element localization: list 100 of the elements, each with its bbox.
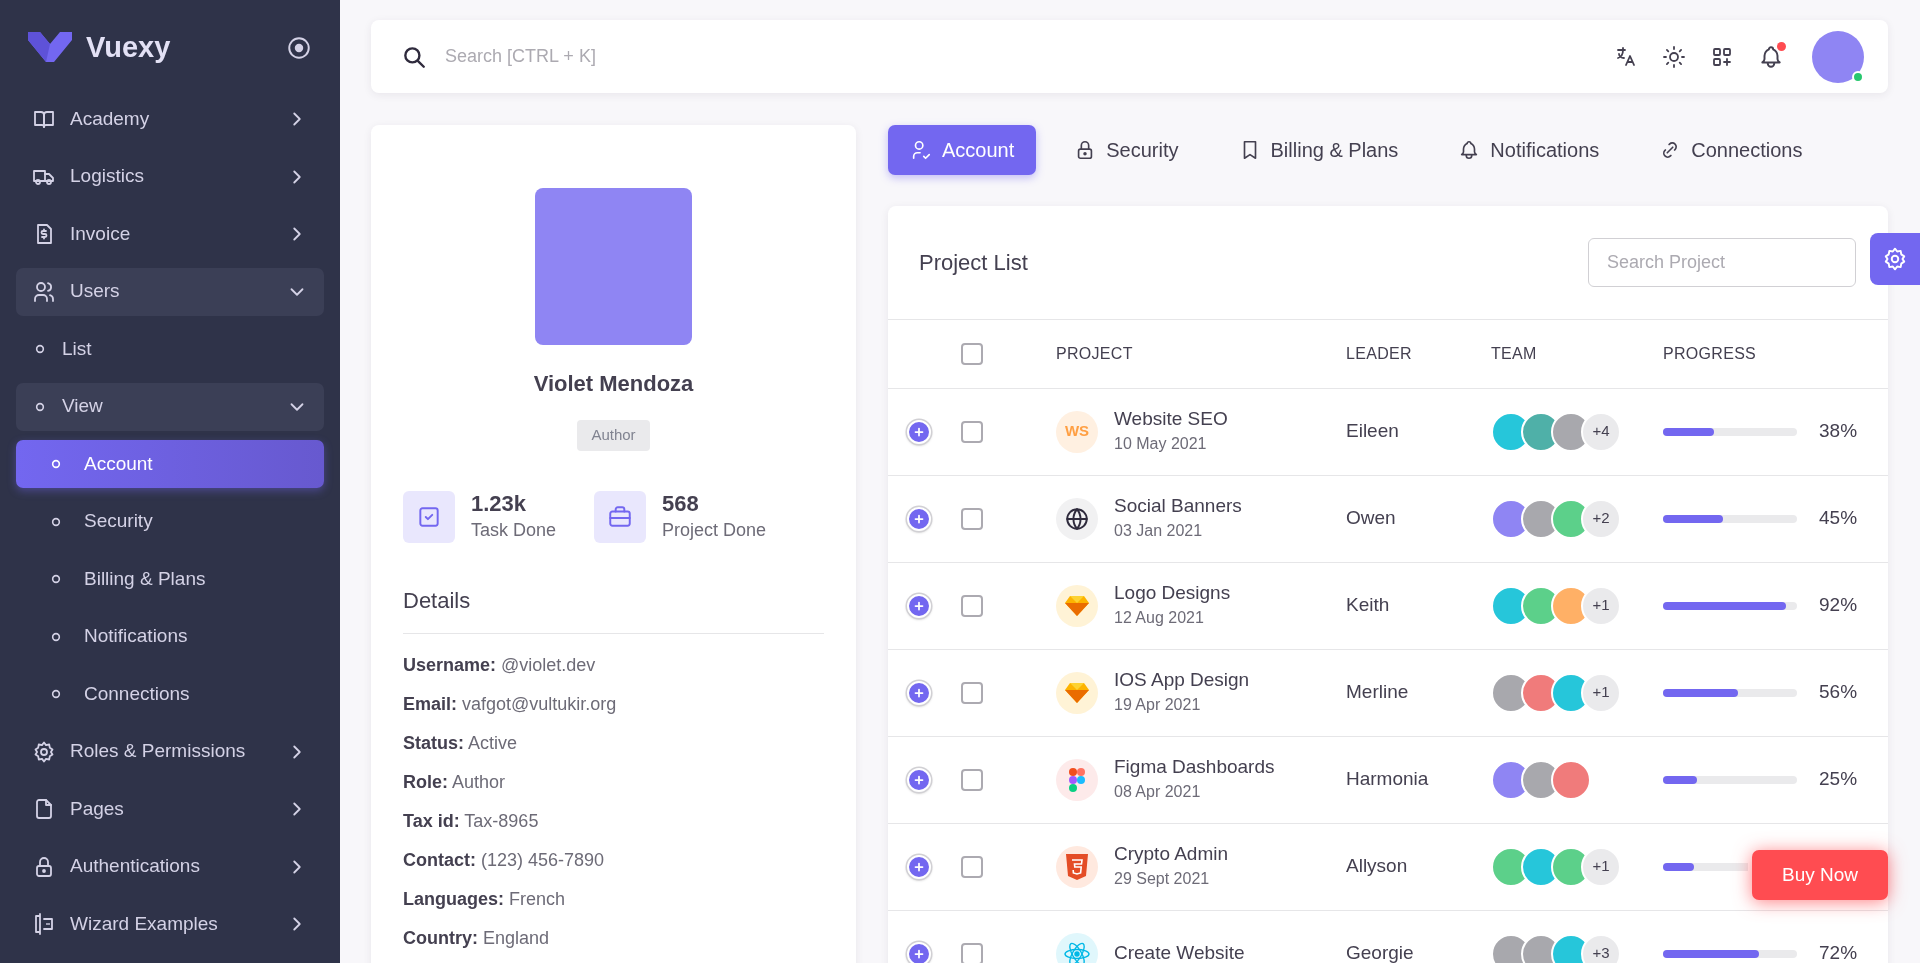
expand-row-icon[interactable] — [907, 506, 931, 531]
sidebar-item[interactable]: View — [16, 382, 324, 431]
stat-value: 568 — [662, 490, 700, 517]
progress-percent: 56% — [1819, 680, 1858, 705]
leader-name: Eileen — [1346, 420, 1399, 442]
leader-name: Keith — [1346, 594, 1390, 616]
sidebar-item[interactable]: Billing & Plans — [16, 555, 324, 603]
tab[interactable]: Security — [1052, 125, 1201, 175]
leader-name: Georgie — [1346, 942, 1414, 963]
project-name: Figma Dashboards — [1114, 755, 1275, 780]
tab[interactable]: Account — [888, 125, 1037, 175]
stat-label: Task Done — [471, 518, 557, 542]
expand-row-icon[interactable] — [907, 941, 931, 963]
users-icon — [32, 279, 56, 304]
user-name: Violet Mendoza — [532, 370, 695, 398]
column-header: PROJECT — [1056, 344, 1133, 362]
role-badge: Author — [577, 420, 650, 451]
more-members-count: +4 — [1581, 411, 1621, 452]
sidebar-item[interactable]: Account — [16, 440, 324, 488]
more-members-count: +1 — [1581, 672, 1621, 713]
diamond-icon — [1064, 593, 1090, 618]
search-field[interactable]: Search Project — [1588, 238, 1856, 287]
sidebar-item[interactable]: Roles & Permissions — [16, 727, 324, 776]
sidebar-item[interactable]: Authentications — [16, 842, 324, 891]
project-name: Social Banners — [1114, 494, 1242, 519]
tab[interactable]: Billing & Plans — [1216, 125, 1421, 175]
project-date: 08 Apr 2021 — [1114, 781, 1202, 802]
row-checkbox[interactable] — [961, 507, 983, 530]
brand-name: Vuexy — [86, 29, 171, 65]
detail-line: Languages: French — [403, 888, 566, 909]
sidebar-item[interactable]: Invoice — [16, 210, 324, 258]
row-checkbox[interactable] — [961, 768, 983, 791]
user-avatar[interactable] — [1812, 30, 1864, 83]
expand-row-icon[interactable] — [907, 419, 931, 444]
tab[interactable]: Connections — [1637, 125, 1825, 175]
row-checkbox[interactable] — [961, 942, 983, 963]
sidebar-item[interactable]: Pages — [16, 785, 324, 833]
stat-value: 1.23k — [471, 490, 528, 517]
customizer-button[interactable] — [1870, 233, 1920, 285]
select-all-checkbox[interactable] — [961, 342, 983, 365]
settings-icon — [32, 739, 56, 764]
figma-icon — [1069, 767, 1085, 792]
project-date: 19 Apr 2021 — [1114, 694, 1202, 715]
sidebar-item[interactable]: Users — [16, 267, 324, 316]
progress-percent: 45% — [1819, 506, 1858, 531]
leader-name: Merline — [1346, 681, 1409, 703]
project-name: Website SEO — [1114, 407, 1228, 432]
card-title: Project List — [919, 249, 1028, 277]
detail-line: Country: England — [403, 927, 550, 948]
column-header: LEADER — [1346, 344, 1412, 362]
row-checkbox[interactable] — [961, 681, 983, 704]
progress-percent: 72% — [1819, 941, 1858, 963]
expand-row-icon[interactable] — [907, 680, 931, 705]
sidebar-item[interactable]: Wizard Examples — [16, 900, 324, 948]
sidebar-item[interactable]: List — [16, 325, 324, 373]
project-date: 10 May 2021 — [1114, 433, 1208, 454]
sidebar-item[interactable]: Notifications — [16, 612, 324, 661]
column-header: PROGRESS — [1663, 344, 1757, 362]
project-date: 03 Jan 2021 — [1114, 520, 1204, 541]
project-name: Crypto Admin — [1114, 842, 1229, 867]
target-icon — [286, 34, 312, 61]
row-checkbox[interactable] — [961, 594, 983, 617]
row-checkbox[interactable] — [961, 420, 983, 443]
sun-icon[interactable] — [1662, 44, 1686, 69]
leader-name: Owen — [1346, 507, 1396, 529]
details-title: Details — [403, 583, 824, 634]
detail-line: Contact: (123) 456-7890 — [403, 849, 605, 870]
progress-percent: 38% — [1819, 419, 1858, 444]
user-check-icon — [910, 139, 932, 161]
project-date: 12 Aug 2021 — [1114, 607, 1205, 628]
diamond-icon — [1064, 680, 1090, 705]
column-header: TEAM — [1491, 344, 1537, 362]
detail-line: Username: @violet.dev — [403, 654, 596, 675]
globe-icon — [1064, 505, 1090, 532]
detail-line: Status: Active — [403, 732, 518, 753]
sidebar-item[interactable]: Academy — [16, 95, 324, 143]
tab[interactable]: Notifications — [1436, 125, 1622, 175]
sidebar-item[interactable]: Security — [16, 497, 324, 546]
logo-icon — [28, 31, 72, 64]
project-name: IOS App Design — [1114, 668, 1250, 693]
more-members-count: +2 — [1581, 498, 1621, 539]
more-members-count: +3 — [1581, 933, 1621, 963]
leader-name: Allyson — [1346, 855, 1408, 877]
shield-icon — [1066, 853, 1088, 880]
progress-percent: 25% — [1819, 767, 1858, 792]
more-members-count: +1 — [1581, 585, 1621, 626]
translate-icon[interactable] — [1614, 44, 1638, 69]
expand-row-icon[interactable] — [907, 854, 931, 879]
sidebar-item[interactable]: Connections — [16, 670, 324, 718]
more-members-count: +1 — [1581, 846, 1621, 887]
bell-icon — [1758, 43, 1784, 70]
progress-percent: 92% — [1819, 593, 1858, 618]
project-initials: WS — [1056, 410, 1098, 453]
leader-name: Harmonia — [1346, 768, 1429, 790]
expand-row-icon[interactable] — [907, 767, 931, 792]
sidebar-item[interactable]: Logistics — [16, 152, 324, 201]
detail-line: Role: Author — [403, 771, 506, 792]
stat-label: Project Done — [662, 518, 767, 542]
expand-row-icon[interactable] — [907, 593, 931, 618]
row-checkbox[interactable] — [961, 855, 983, 878]
